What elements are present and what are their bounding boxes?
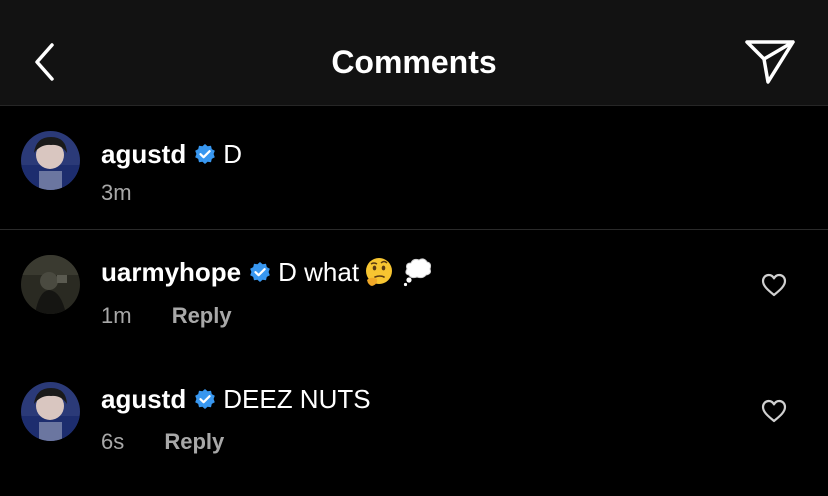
thinking-face-icon xyxy=(366,258,393,286)
avatar-photo-icon xyxy=(21,255,80,314)
comment-text: D what xyxy=(278,257,360,287)
post-caption: agustd D 3m xyxy=(0,106,828,230)
comment-row: agustd DEEZ NUTS 6s Reply xyxy=(0,356,828,482)
avatar-photo-icon xyxy=(21,382,80,441)
avatar[interactable] xyxy=(21,131,80,190)
heart-outline-icon[interactable] xyxy=(761,273,787,297)
username[interactable]: agustd xyxy=(101,137,186,171)
verified-badge-icon xyxy=(250,262,270,282)
post-text: D xyxy=(223,139,243,169)
username[interactable]: uarmyhope xyxy=(101,255,241,289)
comment-meta: 6s Reply xyxy=(101,427,224,457)
username[interactable]: agustd xyxy=(101,382,186,416)
comment-text: DEEZ NUTS xyxy=(223,384,371,414)
avatar[interactable] xyxy=(21,255,80,314)
reply-button[interactable]: Reply xyxy=(172,303,232,328)
comment-line: agustd DEEZ NUTS xyxy=(101,382,371,416)
top-bar: Comments xyxy=(0,0,828,106)
timestamp: 3m xyxy=(101,180,132,205)
verified-badge-icon xyxy=(195,389,216,409)
comment-row: uarmyhope D what 1m Reply xyxy=(0,230,828,356)
page-title: Comments xyxy=(331,44,497,80)
timestamp: 6s xyxy=(101,429,125,454)
comment-line: uarmyhope D what xyxy=(101,255,433,289)
post-meta: 3m xyxy=(101,178,132,208)
heart-outline-icon[interactable] xyxy=(761,399,787,423)
comment-meta: 1m Reply xyxy=(101,301,232,331)
timestamp: 1m xyxy=(101,303,132,328)
thought-balloon-icon xyxy=(403,258,432,287)
reply-button[interactable]: Reply xyxy=(164,429,224,454)
avatar[interactable] xyxy=(21,382,80,441)
post-line: agustd D xyxy=(101,137,242,171)
avatar-photo-icon xyxy=(21,131,80,190)
verified-badge-icon xyxy=(195,144,216,164)
paper-plane-icon[interactable] xyxy=(744,38,796,86)
